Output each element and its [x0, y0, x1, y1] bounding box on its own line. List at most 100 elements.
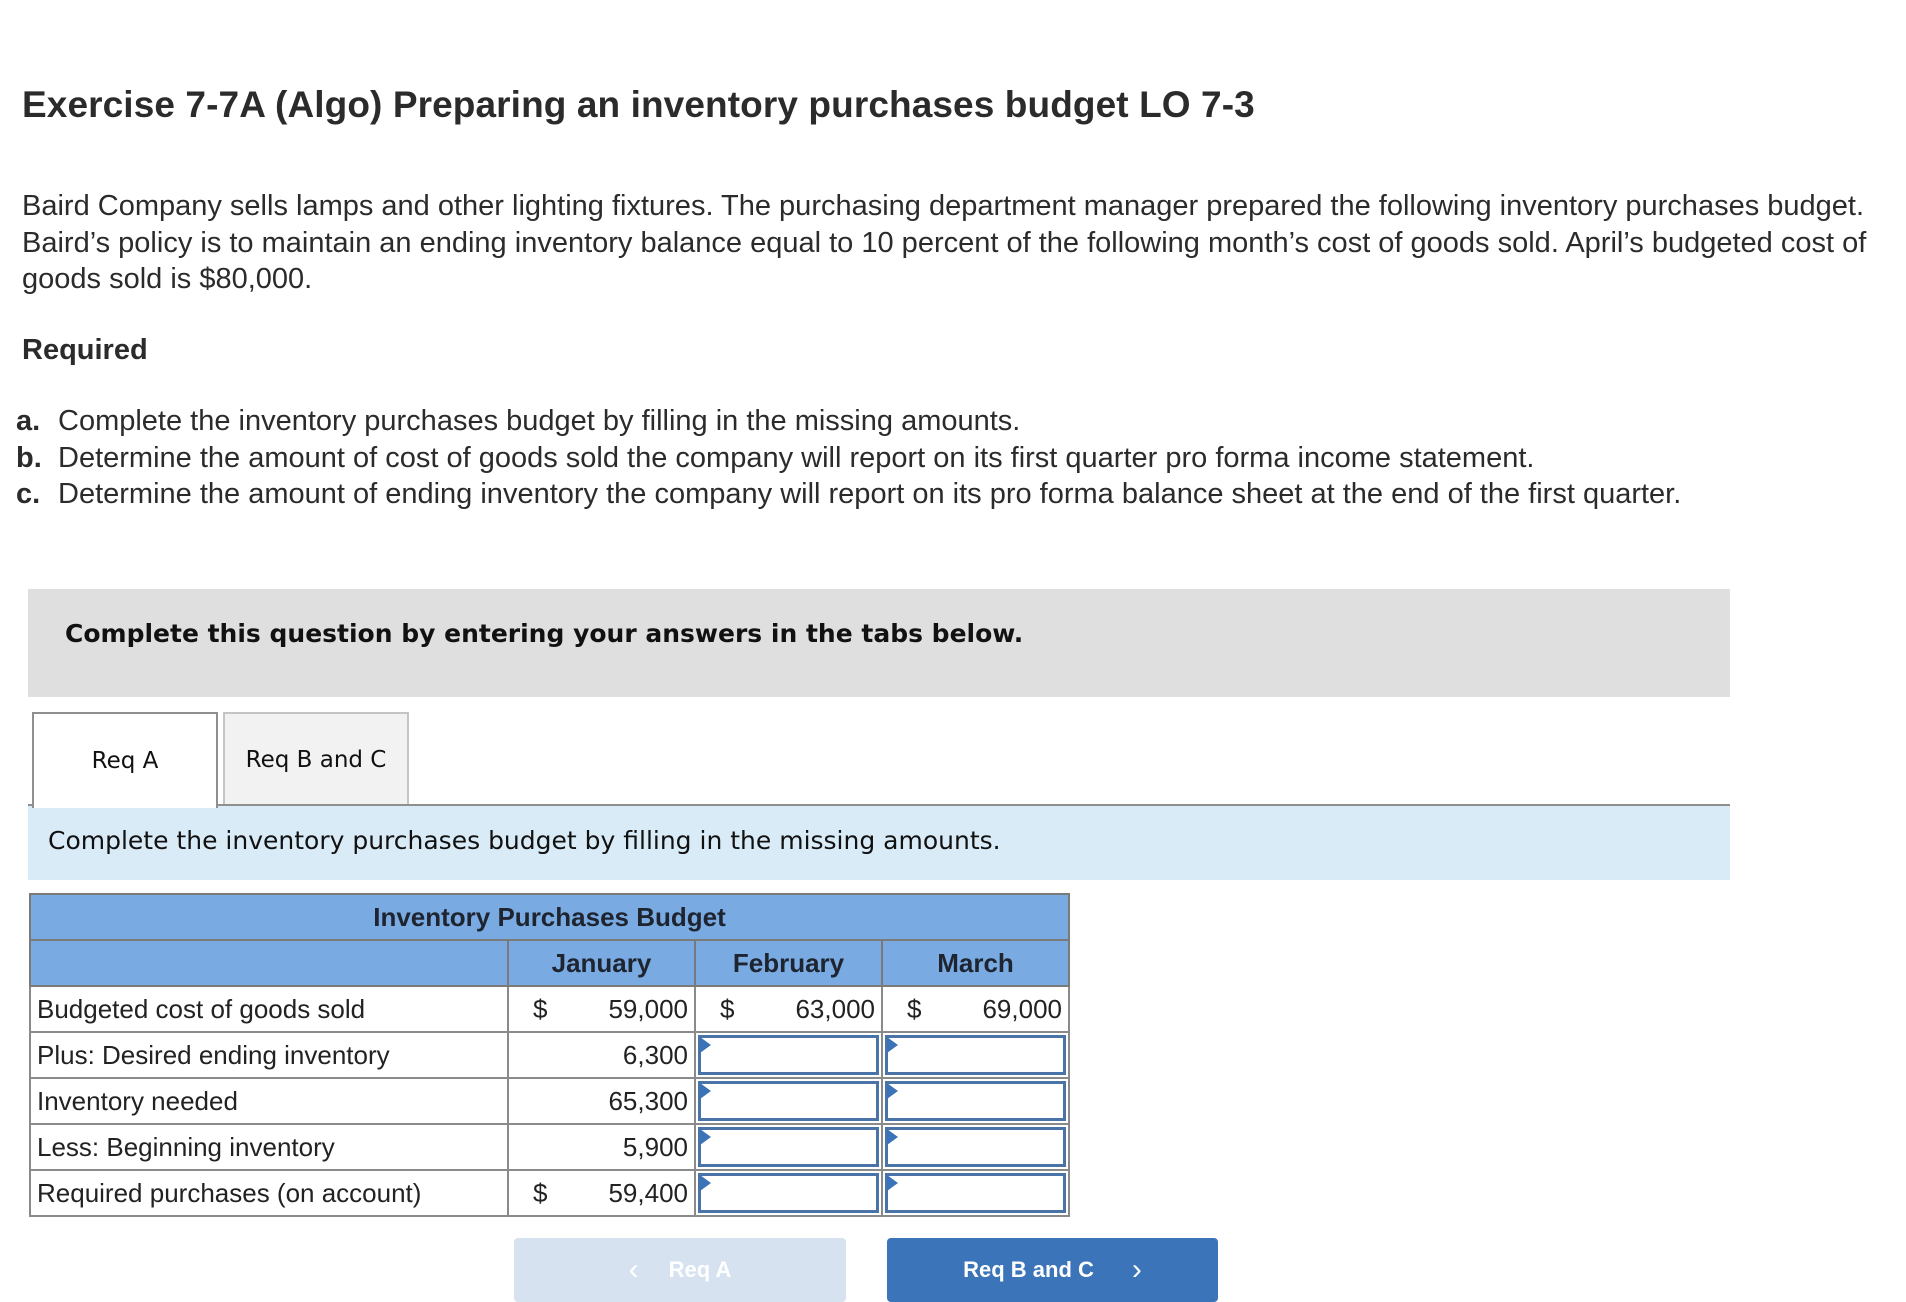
tab-req-a[interactable]: Req A — [32, 712, 218, 808]
input-marker-icon — [700, 1175, 711, 1191]
amount-input[interactable] — [701, 1130, 876, 1164]
amount-value: 59,000 — [608, 993, 688, 1024]
requirement-letter: b. — [16, 441, 42, 474]
amount-input-cell[interactable] — [694, 1123, 883, 1171]
amount-value: 65,300 — [608, 1085, 688, 1116]
required-heading: Required — [22, 334, 148, 366]
requirement-letter: a. — [16, 405, 41, 437]
banner-text: Complete this question by entering your … — [65, 619, 1024, 648]
amount-field[interactable] — [885, 1173, 1066, 1213]
amount-input-cell[interactable] — [881, 1031, 1070, 1079]
currency-symbol: $ — [720, 993, 735, 1024]
next-req-b-and-c-button[interactable]: Req B and C › — [887, 1238, 1218, 1302]
amount-input-cell[interactable] — [881, 1169, 1070, 1217]
row-label: Budgeted cost of goods sold — [29, 985, 509, 1033]
amount-cell: 6,300 — [507, 1031, 696, 1079]
amount-field[interactable] — [698, 1173, 879, 1213]
inventory-purchases-budget-table: Inventory Purchases Budget January Febru… — [29, 893, 1070, 1217]
amount-field[interactable] — [698, 1081, 879, 1121]
amount-cell: 65,300 — [507, 1077, 696, 1125]
requirement-text: Complete the inventory purchases budget … — [58, 405, 1021, 437]
row-label: Required purchases (on account) — [29, 1169, 509, 1217]
amount-input-cell[interactable] — [694, 1031, 883, 1079]
amount-value: 69,000 — [982, 993, 1062, 1024]
table-row: Budgeted cost of goods sold $59,000 $63,00… — [29, 985, 1070, 1033]
requirement-item: c. Determine the amount of ending invent… — [16, 476, 1681, 513]
amount-input-cell[interactable] — [881, 1077, 1070, 1125]
prev-req-a-button[interactable]: ‹ Req A — [514, 1238, 846, 1302]
amount-wrapper: $69,000 — [883, 987, 1068, 1031]
currency-symbol: $ — [533, 993, 548, 1024]
amount-input[interactable] — [888, 1176, 1063, 1210]
requirement-item: a. Complete the inventory purchases budg… — [16, 403, 1681, 440]
tab-instruction: Complete the inventory purchases budget … — [28, 806, 1730, 880]
amount-value: 6,300 — [622, 1039, 688, 1070]
column-header-march: March — [881, 939, 1070, 987]
amount-input-cell[interactable] — [694, 1169, 883, 1217]
amount-wrapper: $59,400 — [509, 1171, 694, 1215]
amount-cell: $69,000 — [881, 985, 1070, 1033]
amount-value: 59,400 — [608, 1177, 688, 1208]
amount-input[interactable] — [888, 1038, 1063, 1072]
amount-input[interactable] — [701, 1038, 876, 1072]
requirement-text: Determine the amount of cost of goods so… — [58, 441, 1535, 474]
amount-cell: 5,900 — [507, 1123, 696, 1171]
column-header-february: February — [694, 939, 883, 987]
amount-cell: $59,400 — [507, 1169, 696, 1217]
amount-cell: $59,000 — [507, 985, 696, 1033]
amount-input-cell[interactable] — [694, 1077, 883, 1125]
requirement-letter: c. — [16, 478, 41, 511]
tab-req-b-and-c[interactable]: Req B and C — [223, 712, 409, 806]
tab-label: Req A — [91, 748, 159, 774]
input-marker-icon — [887, 1129, 898, 1145]
amount-cell: $63,000 — [694, 985, 883, 1033]
input-marker-icon — [700, 1083, 711, 1099]
input-marker-icon — [887, 1083, 898, 1099]
tab-label: Req B and C — [245, 747, 387, 773]
requirement-item: b. Determine the amount of cost of goods… — [16, 440, 1681, 477]
amount-field[interactable] — [698, 1035, 879, 1075]
table-row: Plus: Desired ending inventory 6,300 — [29, 1031, 1070, 1079]
instruction-banner: Complete this question by entering your … — [28, 589, 1730, 697]
amount-input-cell[interactable] — [881, 1123, 1070, 1171]
page-title: Exercise 7-7A (Algo) Preparing an invent… — [22, 84, 1255, 125]
table-title: Inventory Purchases Budget — [29, 893, 1070, 941]
prev-button-label: Req A — [668, 1257, 732, 1282]
input-marker-icon — [887, 1175, 898, 1191]
next-button-label: Req B and C — [963, 1257, 1094, 1282]
input-marker-icon — [700, 1037, 711, 1053]
table-row: Required purchases (on account) $59,400 — [29, 1169, 1070, 1217]
amount-field[interactable] — [698, 1127, 879, 1167]
amount-input[interactable] — [888, 1130, 1063, 1164]
amount-wrapper: 6,300 — [509, 1033, 694, 1077]
input-marker-icon — [700, 1129, 711, 1145]
currency-symbol: $ — [907, 993, 922, 1024]
amount-field[interactable] — [885, 1081, 1066, 1121]
amount-input[interactable] — [701, 1084, 876, 1118]
requirements-list: a. Complete the inventory purchases budg… — [16, 403, 1681, 513]
table-row: Inventory needed 65,300 — [29, 1077, 1070, 1125]
row-label: Inventory needed — [29, 1077, 509, 1125]
input-marker-icon — [887, 1037, 898, 1053]
row-label: Less: Beginning inventory — [29, 1123, 509, 1171]
requirement-text: Determine the amount of ending inventory… — [58, 478, 1682, 511]
row-label-header — [29, 939, 509, 987]
amount-wrapper: $59,000 — [509, 987, 694, 1031]
column-header-january: January — [507, 939, 696, 987]
tab-instruction-text: Complete the inventory purchases budget … — [48, 826, 1001, 855]
amount-value: 5,900 — [622, 1131, 688, 1162]
amount-input[interactable] — [888, 1084, 1063, 1118]
amount-field[interactable] — [885, 1035, 1066, 1075]
table-row: Less: Beginning inventory 5,900 — [29, 1123, 1070, 1171]
row-label: Plus: Desired ending inventory — [29, 1031, 509, 1079]
problem-description: Baird Company sells lamps and other ligh… — [22, 190, 1867, 295]
amount-field[interactable] — [885, 1127, 1066, 1167]
amount-wrapper: 65,300 — [509, 1079, 694, 1123]
chevron-left-icon: ‹ — [628, 1253, 639, 1286]
amount-input[interactable] — [701, 1176, 876, 1210]
amount-wrapper: $63,000 — [696, 987, 881, 1031]
amount-wrapper: 5,900 — [509, 1125, 694, 1169]
amount-value: 63,000 — [795, 993, 875, 1024]
chevron-right-icon: › — [1131, 1253, 1142, 1286]
currency-symbol: $ — [533, 1177, 548, 1208]
